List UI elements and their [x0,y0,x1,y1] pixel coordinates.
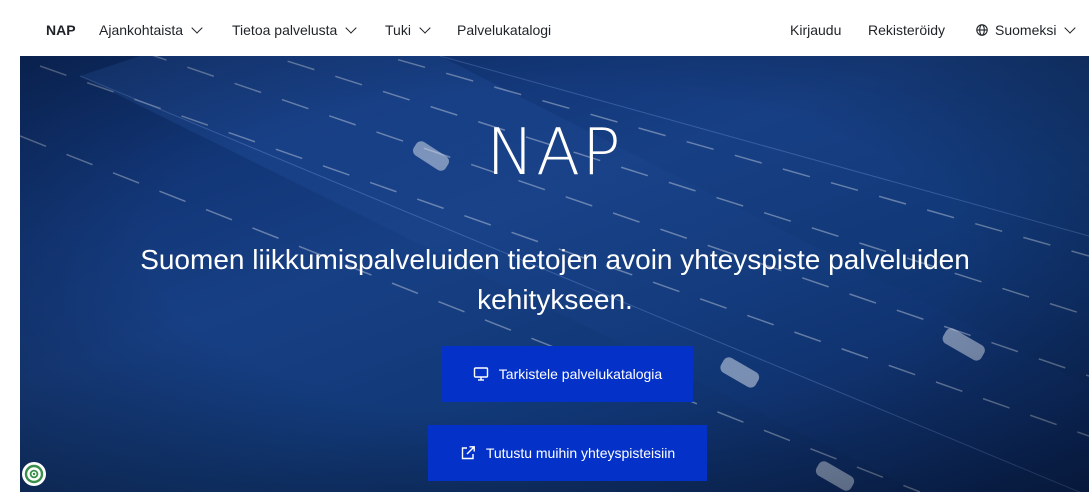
cookie-settings-icon [24,464,44,484]
button-label: Tutustu muihin yhteyspisteisiin [485,445,676,461]
nav-item-tuki[interactable]: Tuki [385,21,431,39]
hero-title: NAP [486,116,623,190]
hero-banner: NAP Suomen liikkumispalveluiden tietojen… [20,56,1089,492]
chevron-down-icon [419,22,431,34]
other-access-points-button[interactable]: Tutustu muihin yhteyspisteisiin [428,425,707,481]
chevron-down-icon [191,22,203,34]
nav-item-tietoa-palvelusta[interactable]: Tietoa palvelusta [232,21,357,39]
nav-item-label: Ajankohtaista [99,22,184,38]
nav-item-label: Tuki [385,22,411,38]
button-label: Tarkistele palvelukatalogia [498,366,663,382]
language-label: Suomeksi [995,22,1057,38]
monitor-icon [473,367,488,381]
chevron-down-icon [1064,22,1077,34]
brand-link[interactable]: NAP [46,21,76,39]
main-navigation: NAP Ajankohtaista Tietoa palvelusta Tuki… [0,0,1089,56]
language-selector[interactable]: Suomeksi [976,21,1077,39]
chevron-down-icon [345,22,357,34]
accessibility-widget-button[interactable] [22,462,46,486]
login-link[interactable]: Kirjaudu [790,21,841,39]
browse-service-catalog-button[interactable]: Tarkistele palvelukatalogia [442,346,693,402]
nav-item-ajankohtaista[interactable]: Ajankohtaista [99,21,203,39]
nav-item-palvelukatalogi[interactable]: Palvelukatalogi [457,21,551,39]
globe-icon [976,24,988,36]
hero-subtitle: Suomen liikkumispalveluiden tietojen avo… [140,244,970,315]
nav-item-label: Tietoa palvelusta [232,22,338,38]
external-link-icon [461,446,475,460]
register-link[interactable]: Rekisteröidy [868,21,945,39]
